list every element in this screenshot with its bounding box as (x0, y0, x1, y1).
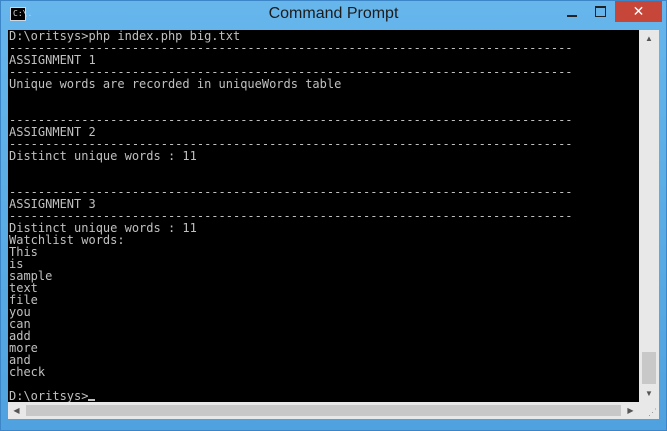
title-bar[interactable]: C:\. Command Prompt ✕ (1, 1, 666, 30)
console-line: D:\oritsys> (9, 390, 573, 402)
scroll-down-arrow-icon[interactable]: ▼ (639, 385, 659, 402)
console-line: text (9, 281, 38, 295)
minimize-button[interactable] (558, 1, 586, 22)
horizontal-scrollbar[interactable]: ◀ ▶ (8, 402, 639, 419)
console-line: Distinct unique words : 11 (9, 149, 197, 163)
minimize-icon (567, 14, 577, 17)
vertical-scroll-thumb[interactable] (642, 352, 656, 384)
console-line: Unique words are recorded in uniqueWords… (9, 77, 342, 91)
console-line: check (9, 365, 46, 379)
maximize-button[interactable] (586, 1, 614, 22)
resize-corner[interactable]: ⋰ (639, 402, 659, 419)
horizontal-scroll-thumb[interactable] (26, 405, 621, 416)
text-cursor (88, 399, 96, 401)
scroll-left-arrow-icon[interactable]: ◀ (8, 402, 25, 419)
console-line: file (9, 293, 38, 307)
console-lines: D:\oritsys>php index.php big.txt --------… (9, 30, 573, 402)
scroll-right-arrow-icon[interactable]: ▶ (622, 402, 639, 419)
console-line: add (9, 329, 31, 343)
vertical-scrollbar[interactable]: ▲ ▼ (639, 30, 659, 402)
console-line: sample (9, 269, 53, 283)
console-line: This (9, 245, 38, 259)
close-icon: ✕ (632, 3, 645, 20)
resize-grip-icon: ⋰ (648, 407, 657, 417)
close-button[interactable]: ✕ (615, 1, 662, 22)
console-line: more (9, 341, 38, 355)
console-line: can (9, 317, 31, 331)
scroll-up-arrow-icon[interactable]: ▲ (639, 30, 659, 47)
maximize-icon (594, 6, 606, 17)
console-line: and (9, 353, 31, 367)
command-prompt-window: C:\. Command Prompt ✕ D:\oritsys>php ind… (0, 0, 667, 431)
console-output[interactable]: D:\oritsys>php index.php big.txt --------… (8, 30, 639, 402)
console-line: is (9, 257, 24, 271)
console-line: you (9, 305, 31, 319)
console-line: Watchlist words: (9, 233, 125, 247)
